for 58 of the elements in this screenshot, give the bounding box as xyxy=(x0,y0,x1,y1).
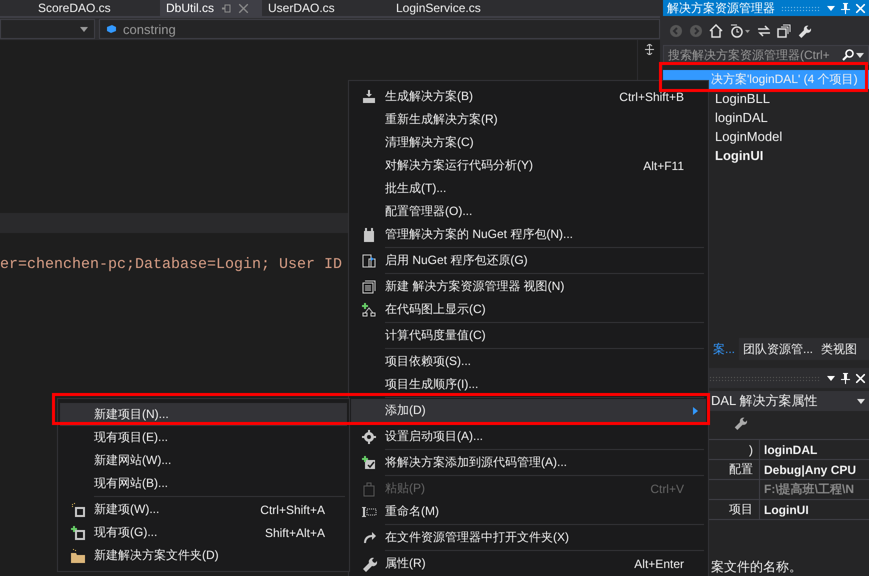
menu-item[interactable]: 现有项(G)... Shift+Alt+A xyxy=(60,521,347,544)
editor-tab[interactable]: LoginService.cs xyxy=(390,0,518,16)
dropdown-caret-icon[interactable] xyxy=(827,376,835,380)
menu-item[interactable]: 重新生成解决方案(R) xyxy=(351,108,706,131)
pin-icon[interactable] xyxy=(841,372,850,384)
package-icon xyxy=(361,226,377,242)
menu-item[interactable]: 在文件资源管理器中打开文件夹(X) xyxy=(351,526,706,549)
dropdown-caret-icon[interactable] xyxy=(856,52,864,58)
window-icon xyxy=(361,278,377,294)
menu-item[interactable]: 属性(R) Alt+Enter xyxy=(351,552,706,575)
wrench-icon[interactable] xyxy=(797,24,811,38)
clipboard-icon xyxy=(361,480,377,496)
wrench-icon xyxy=(361,556,377,572)
menu-item[interactable]: 计算代码度量值(C) xyxy=(351,324,706,347)
menu-item[interactable]: 清理解决方案(C) xyxy=(351,131,706,154)
property-value[interactable]: Debug|Any CPU xyxy=(759,460,869,480)
plus-box-icon xyxy=(361,454,377,470)
member-dropdown[interactable]: constring xyxy=(99,19,660,39)
menu-item[interactable]: 启用 NuGet 程序包还原(G) xyxy=(351,249,706,272)
clock-icon[interactable] xyxy=(729,24,751,38)
folder-icon xyxy=(70,548,86,564)
collapse-icon[interactable] xyxy=(777,24,791,38)
dropdown-caret-icon[interactable] xyxy=(857,398,865,404)
sync-icon[interactable] xyxy=(757,24,771,38)
panel-tab[interactable]: 团队资源管... xyxy=(739,338,818,360)
field-icon xyxy=(106,24,117,34)
curved-arrow-icon xyxy=(361,530,377,546)
diagram-icon xyxy=(361,302,377,318)
property-value[interactable]: LoginUI xyxy=(759,500,869,520)
menu-item[interactable]: 对解决方案运行代码分析(Y) Alt+F11 xyxy=(351,154,706,177)
property-value[interactable]: loginDAL xyxy=(759,440,869,460)
plus-square-icon xyxy=(70,524,86,540)
code-line: er=chenchen-pc;Database=Login; User ID xyxy=(0,256,342,274)
menu-item[interactable]: 新建 解决方案资源管理器 视图(N) xyxy=(351,275,706,298)
download-tray-icon xyxy=(361,88,377,104)
menu-item[interactable]: 新建解决方案文件夹(D) xyxy=(60,544,347,567)
menu-item[interactable]: 添加(D) xyxy=(351,399,706,422)
editor-tab[interactable]: ScoreDAO.cs xyxy=(32,0,160,16)
search-icon[interactable] xyxy=(842,49,854,61)
menu-item[interactable]: 项目依赖项(S)... xyxy=(351,350,706,373)
menu-item[interactable]: 新建网站(W)... xyxy=(60,449,347,472)
panel-title: 解决方案资源管理器 xyxy=(667,0,775,16)
clipboard-arrow-icon xyxy=(361,252,377,268)
menu-item[interactable]: 批生成(T)... xyxy=(351,177,706,200)
wrench-icon[interactable] xyxy=(733,416,747,430)
dropdown-caret-icon[interactable] xyxy=(80,26,88,32)
split-icon[interactable] xyxy=(644,44,654,55)
menu-item[interactable]: 现有项目(E)... xyxy=(60,426,347,449)
menu-item[interactable]: 现有网站(B)... xyxy=(60,472,347,495)
home-icon[interactable] xyxy=(709,24,723,38)
menu-item[interactable]: 新建项(W)... Ctrl+Shift+A xyxy=(60,498,347,521)
menu-item[interactable]: 在代码图上显示(C) xyxy=(351,298,706,321)
sparkle-square-icon xyxy=(70,502,86,518)
menu-item[interactable]: 配置管理器(O)... xyxy=(351,200,706,223)
panel-tab[interactable]: 类视图 xyxy=(817,338,862,360)
editor-tab[interactable]: UserDAO.cs xyxy=(262,0,390,16)
menu-item[interactable]: 管理解决方案的 NuGet 程序包(N)... xyxy=(351,223,706,246)
gear-icon xyxy=(361,428,377,444)
